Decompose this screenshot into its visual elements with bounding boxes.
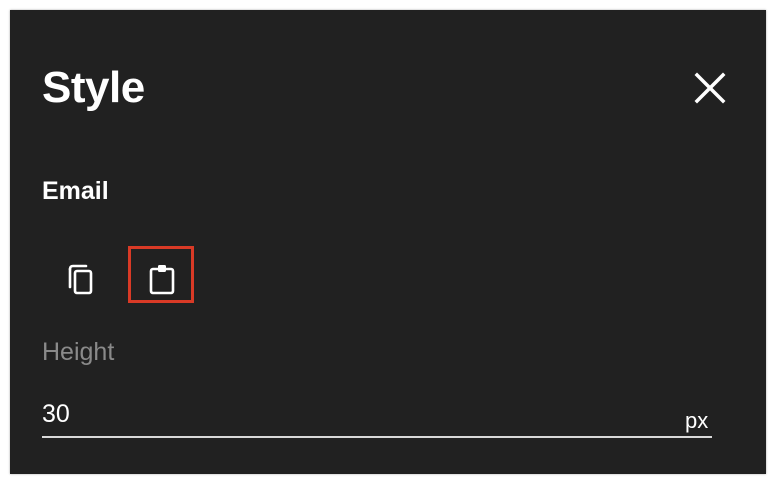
- dialog-title: Style: [42, 63, 145, 112]
- height-input-underline: [42, 436, 712, 438]
- copy-style-button[interactable]: [62, 259, 102, 299]
- close-icon: [694, 72, 726, 104]
- paste-style-button[interactable]: [143, 259, 183, 299]
- height-input[interactable]: [42, 394, 662, 434]
- section-label: Email: [42, 177, 109, 205]
- height-unit: px: [685, 408, 709, 433]
- clipboard-icon: [149, 265, 175, 295]
- height-label: Height: [42, 338, 115, 366]
- style-dialog: Style Email Height px: [10, 10, 766, 474]
- close-button[interactable]: [690, 68, 730, 108]
- copy-icon: [68, 264, 93, 295]
